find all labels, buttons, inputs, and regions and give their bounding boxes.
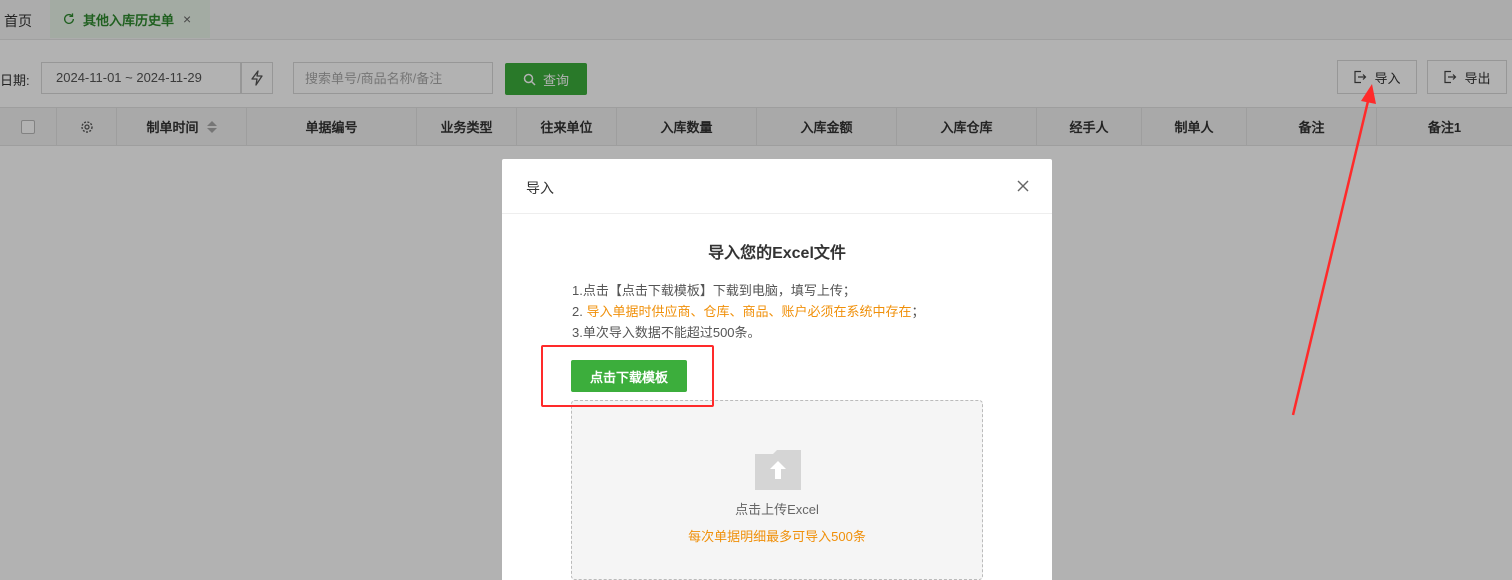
dialog-header: 导入 xyxy=(502,159,1052,214)
upload-label: 点击上传Excel xyxy=(735,502,819,517)
instruction-2-highlight: 导入单据时供应商、仓库、商品、账户必须在系统中存在 xyxy=(586,304,912,319)
upload-hint: 每次单据明细最多可导入500条 xyxy=(688,529,866,544)
instruction-2-prefix: 2. xyxy=(572,304,587,319)
instruction-1: 1.点击【点击下载模板】下载到电脑，填写上传； xyxy=(572,283,856,298)
dialog-title: 导入 xyxy=(526,180,554,196)
upload-dropzone[interactable]: 点击上传Excel 每次单据明细最多可导入500条 xyxy=(571,400,983,580)
instruction-2-suffix: ； xyxy=(911,304,925,319)
dialog-heading: 导入您的Excel文件 xyxy=(708,245,846,262)
instruction-3: 3.单次导入数据不能超过500条。 xyxy=(572,325,761,340)
annotation-highlight-box xyxy=(541,345,714,407)
instruction-2: 2. 导入单据时供应商、仓库、商品、账户必须在系统中存在； xyxy=(572,301,925,320)
upload-folder-icon xyxy=(755,450,801,490)
close-icon[interactable] xyxy=(1014,177,1032,195)
